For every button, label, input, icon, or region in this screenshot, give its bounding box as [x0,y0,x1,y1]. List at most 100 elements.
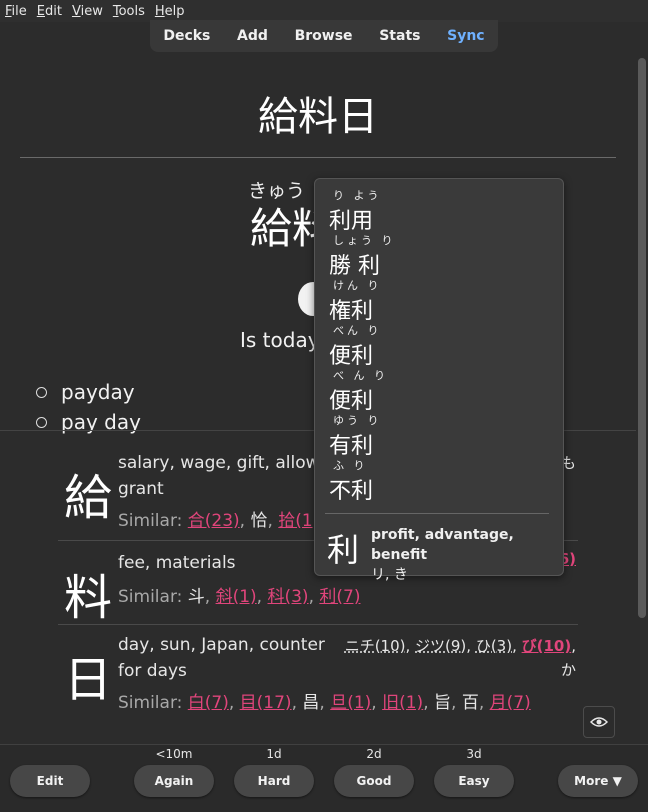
eye-icon [590,717,608,727]
word-ruby: べ ん り [333,369,388,382]
edit-button[interactable]: Edit [10,765,90,797]
hard-button[interactable]: Hard [234,765,314,797]
similar-kanji-text: 斗 [187,587,205,607]
row-divider [58,624,578,625]
similar-kanji-link[interactable]: 斜(1) [216,587,257,607]
popup-kanji: 利 [327,531,360,569]
similar-kanji-text: 百 [461,693,479,713]
similar-kanji-text: , [319,693,331,713]
similar-kanji-text: , [451,693,462,713]
similar-kanji-link[interactable]: 科(3) [267,587,308,607]
similar-kanji-text: 旨 [434,693,452,713]
easy-button[interactable]: Easy [434,765,514,797]
similar-kanji-text: 昌 [302,693,320,713]
similar-kanji-text: , [256,587,268,607]
meaning-list: payday pay day [36,377,141,437]
popup-word-item[interactable]: り よう利用 [329,189,382,235]
popup-definition: profit, advantage, benefit リ, き [371,527,514,583]
scrollbar-thumb[interactable] [638,58,646,618]
word-text: 権利 [329,299,374,324]
similar-kanji-link[interactable]: 月(7) [490,693,531,713]
word-text: 便利 [329,344,374,369]
list-item: pay day [36,407,141,437]
scrollbar[interactable] [636,52,648,742]
word-text: 利用 [329,209,374,234]
menu-file[interactable]: File [0,4,32,19]
popup-word-item[interactable]: ゆう り有利 [329,414,382,460]
kanji-readings: ニチ(10), ジツ(9), ひ(3), び(10), か [344,637,576,679]
good-interval: 2d [366,747,382,761]
word-ruby: ふ り [333,459,368,472]
kanji-reading: , [466,637,476,655]
similar-kanji-text: , [204,587,216,607]
top-nav: Decks Add Browse Stats Sync [150,20,498,52]
menu-view[interactable]: View [67,4,108,19]
similar-kanji-text: , [478,693,490,713]
similar-kanji-text: , [228,693,240,713]
kanji-reading: , [405,637,416,655]
popup-word-item[interactable]: けん り権利 [329,279,382,325]
kanji-reading[interactable]: ニチ(10) [345,637,406,655]
answer-divider [20,157,616,158]
example-sentence: Is today [240,328,320,352]
word-ruby: り よう [333,189,382,202]
word-text: 便利 [329,389,374,414]
similar-kanji: Similar: 白(7), 目(17), 昌, 旦(1), 旧(1), 旨, … [118,693,531,713]
similar-kanji-link[interactable]: 白(7) [188,693,229,713]
bullet-icon [36,386,47,398]
word-ruby: ゆう り [333,414,382,427]
answer-bar: Edit <10m Again 1d Hard 2d Good 3d Easy … [0,744,648,812]
kanji-char: 給 [63,470,112,526]
similar-kanji: Similar: 合(23), 恰, 拾(1) [118,511,320,531]
kanji-reading[interactable]: び(10) [522,637,572,655]
menu-tools[interactable]: Tools [108,4,150,19]
word-text: 有利 [329,434,374,459]
bullet-icon [36,416,47,428]
similar-kanji-text: , [239,511,251,531]
word-ruby: けん り [333,279,382,292]
menu-edit[interactable]: Edit [32,4,67,19]
word-text: 勝 利 [329,254,380,279]
similar-kanji-text: , [308,587,320,607]
popup-word-item[interactable]: べ ん り便利 [329,369,388,415]
card-front-word: 給料日 [258,94,378,140]
similar-kanji-link[interactable]: 利(7) [319,587,360,607]
similar-kanji: Similar: 斗, 斜(1), 科(3), 利(7) [118,587,361,607]
similar-kanji-link[interactable]: 旦(1) [330,693,371,713]
menu-help[interactable]: Help [150,4,190,19]
nav-decks[interactable]: Decks [163,28,210,44]
menu-bar: File Edit View Tools Help [0,0,648,22]
more-button[interactable]: More ▼ [558,765,638,797]
kanji-char: 料 [63,570,112,626]
nav-browse[interactable]: Browse [295,28,353,44]
nav-add[interactable]: Add [237,28,268,44]
popup-word-item[interactable]: べん り便利 [329,324,382,370]
again-interval: <10m [155,747,193,761]
popup-word-item[interactable]: しょう り勝 利 [329,234,396,280]
eye-toggle-button[interactable] [583,706,615,738]
popup-word-item[interactable]: ふ り不利 [329,459,373,505]
hard-interval: 1d [266,747,282,761]
list-item: payday [36,377,141,407]
kanji-reading: , [571,637,576,655]
kanji-reading: , [512,637,522,655]
good-button[interactable]: Good [334,765,414,797]
similar-kanji-link[interactable]: 合(23) [188,511,240,531]
easy-interval: 3d [466,747,482,761]
similar-kanji-link[interactable]: 目(17) [240,693,292,713]
kanji-char: 日 [63,652,112,708]
nav-stats[interactable]: Stats [379,28,420,44]
word-text: 不利 [329,479,374,504]
popup-divider [325,513,549,514]
similar-kanji-text: , [423,693,435,713]
nav-sync[interactable]: Sync [447,28,484,44]
kanji-reading[interactable]: ジツ(9) [415,637,466,655]
kanji-reading[interactable]: ひ(3) [476,637,512,655]
word-ruby: べん り [333,324,382,337]
word-ruby: しょう り [333,234,396,247]
similar-kanji-link[interactable]: 旧(1) [382,693,423,713]
similar-kanji-text: , [371,693,383,713]
again-button[interactable]: Again [134,765,214,797]
similar-kanji-text: , [267,511,279,531]
similar-kanji-text: , [291,693,303,713]
